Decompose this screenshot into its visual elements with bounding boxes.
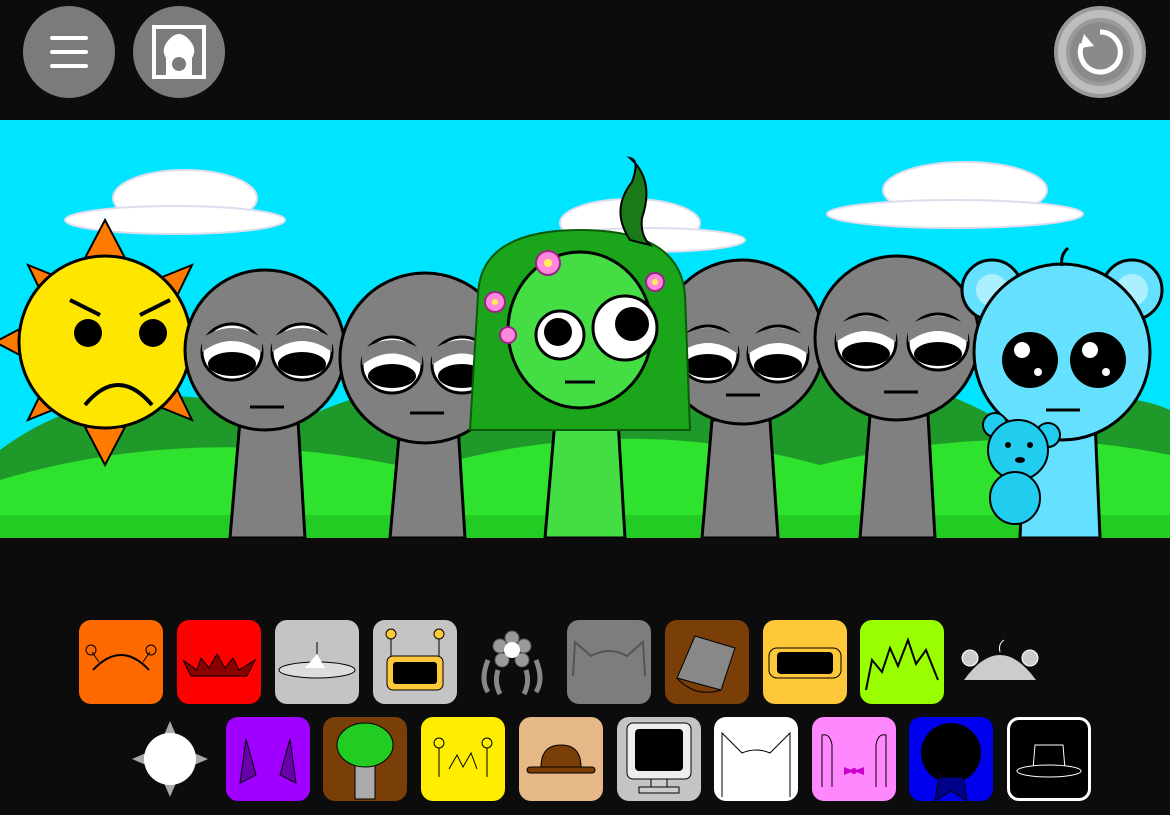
palette-tile-blue-ribbon[interactable]: [909, 717, 993, 801]
palette-tile-purple-horns[interactable]: [226, 717, 310, 801]
spikes-icon: [182, 652, 257, 677]
stage: [0, 120, 1170, 538]
ribbon-icon: [921, 723, 981, 801]
bucket-icon: [676, 635, 736, 693]
palette-tile-yellow-antenna-hair[interactable]: [421, 717, 505, 801]
visor-icon: [768, 647, 842, 679]
bunny-bow-icon: [821, 734, 887, 787]
palette-tile-tan-hat[interactable]: [519, 717, 603, 801]
horns-icon: [239, 738, 297, 784]
robot-screen-icon: [385, 628, 445, 691]
reset-button[interactable]: [1054, 6, 1146, 98]
palette-tile-silver-ufo[interactable]: [275, 620, 359, 704]
portrait-button[interactable]: [133, 6, 225, 98]
costume-palette-row-1: [0, 620, 1170, 704]
sun-icon: [132, 721, 208, 797]
portrait-frame-icon: [152, 25, 206, 79]
cat-ears-icon: [572, 639, 646, 677]
flower-hair-icon: [481, 630, 543, 696]
top-hat-icon: [1016, 744, 1082, 778]
palette-tile-gray-ears[interactable]: [567, 620, 651, 704]
palette-tile-orange-antenna[interactable]: [79, 620, 163, 704]
palette-tile-red-spikes[interactable]: [177, 620, 261, 704]
costume-palette-row-2: [0, 717, 1170, 801]
palette-tile-brown-tree[interactable]: [323, 717, 407, 801]
palette-tile-lime-hair[interactable]: [860, 620, 944, 704]
palette-tile-black-top-hat[interactable]: [1007, 717, 1091, 801]
palette-tile-white-sun[interactable]: [128, 717, 212, 801]
palette-tile-bear-ears[interactable]: [958, 620, 1042, 704]
palette-tile-computer-monitor[interactable]: [617, 717, 701, 801]
antenna-hair-icon: [433, 737, 493, 777]
bear-ears-icon: [961, 639, 1039, 680]
palette-tile-flower-hair[interactable]: [470, 620, 554, 704]
palette-tile-brown-bucket[interactable]: [665, 620, 749, 704]
palette-tile-pink-bunny[interactable]: [812, 717, 896, 801]
palette-tile-white-ears[interactable]: [714, 717, 798, 801]
spiky-hair-icon: [865, 637, 939, 691]
restart-icon: [1058, 10, 1142, 94]
pointy-ears-icon: [721, 731, 791, 797]
tree-icon: [336, 722, 394, 800]
palette-tile-yellow-visor[interactable]: [763, 620, 847, 704]
monitor-icon: [626, 722, 692, 794]
palette-tile-robot-screen[interactable]: [373, 620, 457, 704]
hamburger-menu-icon: [50, 36, 88, 68]
antenna-icon: [85, 644, 157, 671]
bowler-hat-icon: [526, 744, 596, 774]
ufo-icon: [278, 642, 356, 679]
menu-button[interactable]: [23, 6, 115, 98]
